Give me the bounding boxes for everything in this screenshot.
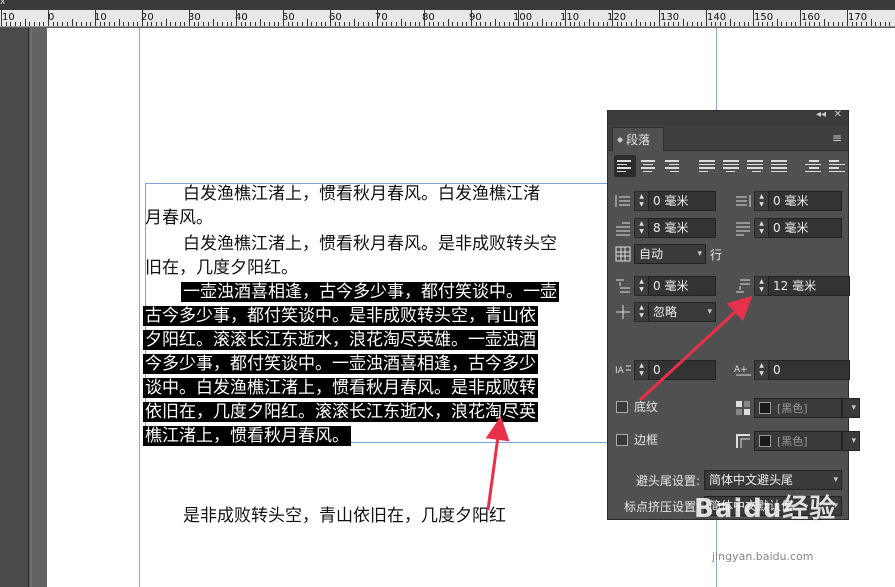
watermark-logo: Baidu经验 xyxy=(694,494,837,524)
annotation-arrow xyxy=(638,295,753,402)
annotation-arrow xyxy=(485,416,510,511)
watermark-url: jingyan.baidu.com xyxy=(712,550,814,563)
baidu-watermark: Baidu经验 jingyan.baidu.com xyxy=(688,478,888,578)
